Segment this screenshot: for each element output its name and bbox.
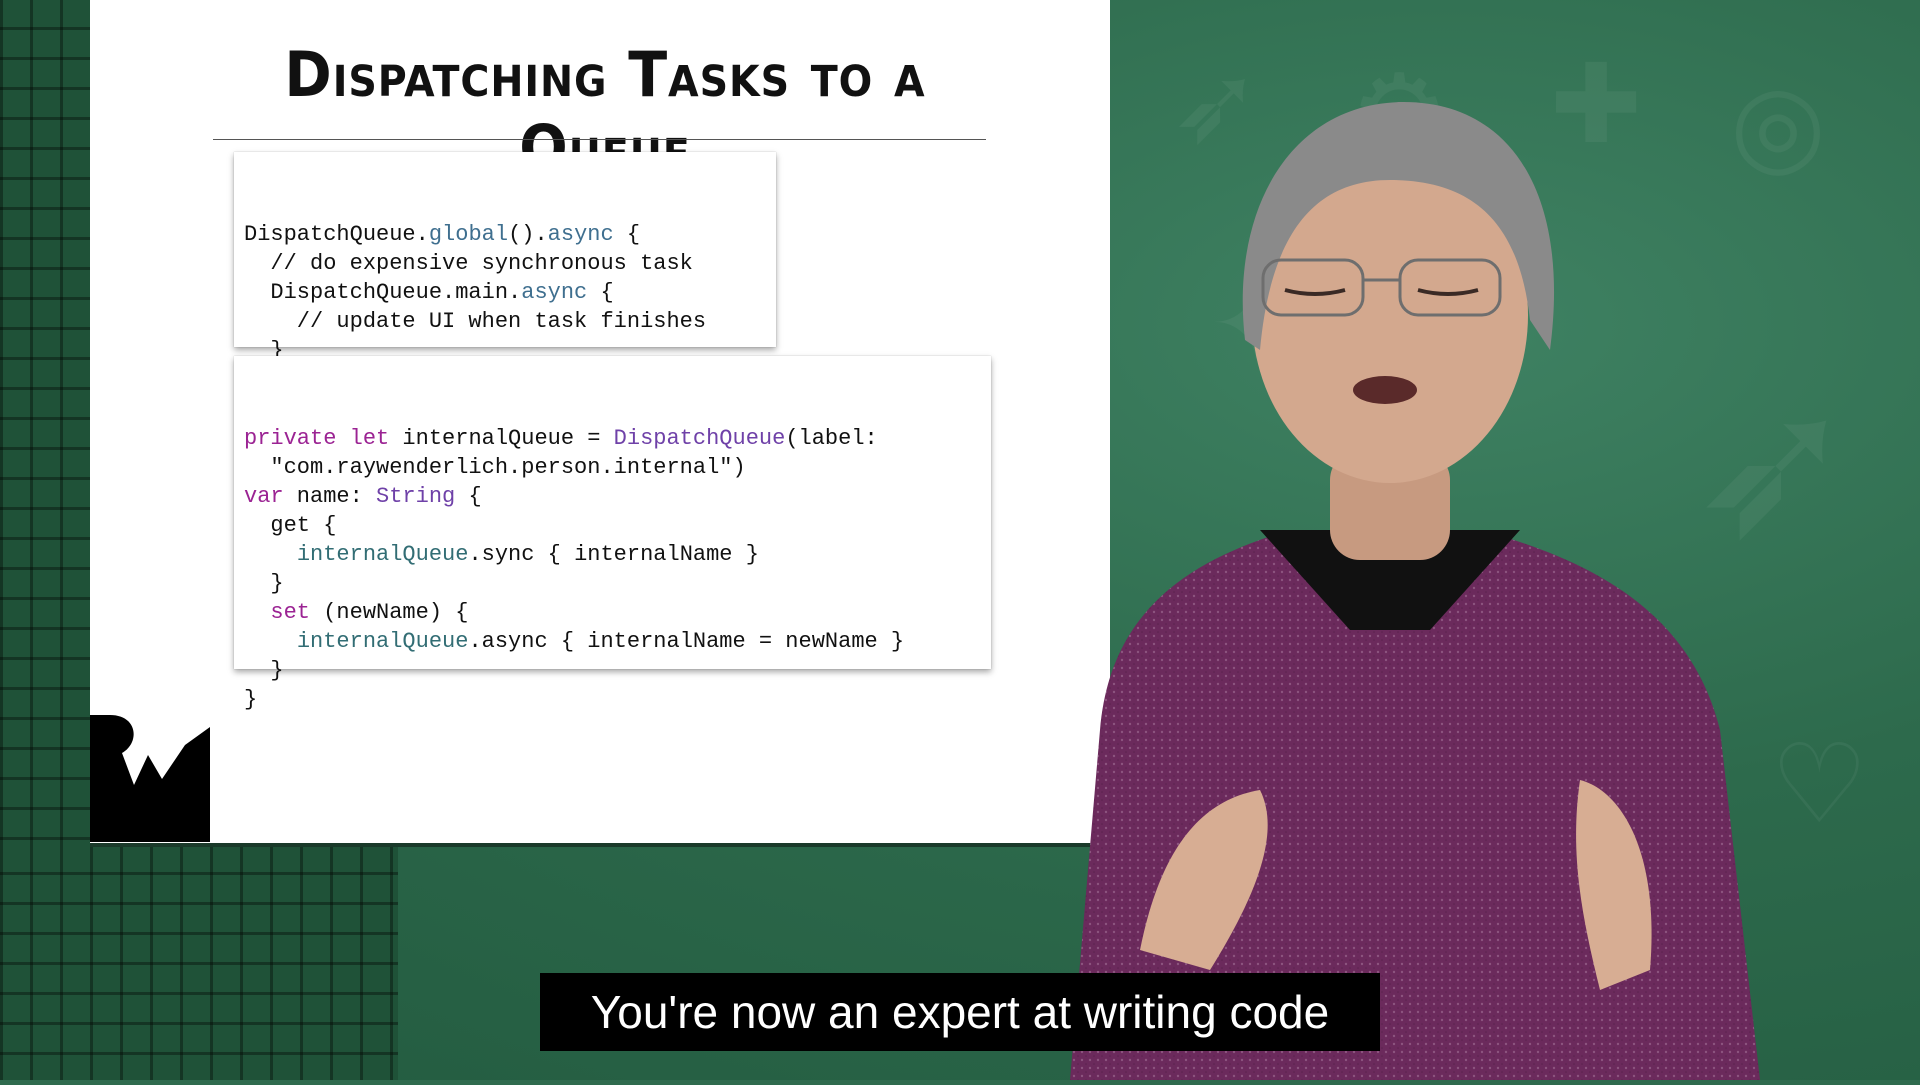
code-token: "com.raywenderlich.person.internal") — [244, 455, 746, 480]
code-token: .sync { internalName } — [468, 542, 759, 567]
code-line: // do expensive synchronous task — [244, 249, 766, 278]
code-token: name: — [283, 484, 377, 509]
rw-logo-icon — [90, 715, 210, 842]
code-lines: private let internalQueue = DispatchQueu… — [244, 424, 981, 714]
code-token: .async { internalName = newName } — [468, 629, 905, 654]
code-line: internalQueue.sync { internalName } — [244, 540, 981, 569]
code-token: DispatchQueue.main. — [244, 280, 522, 305]
code-token: async — [547, 222, 614, 247]
code-snippet-dispatch-async: DispatchQueue.global().async { // do exp… — [234, 152, 776, 392]
code-line: // update UI when task finishes — [244, 307, 766, 336]
presenter-video — [960, 90, 1860, 1080]
code-token: (newName) { — [310, 600, 469, 625]
code-token: set — [270, 600, 311, 625]
code-token: // do expensive synchronous task — [244, 251, 693, 276]
presentation-slide: Dispatching Tasks to a Queue DispatchQue… — [90, 0, 1110, 843]
code-line: } — [244, 685, 981, 714]
code-line: private let internalQueue = DispatchQueu… — [244, 424, 981, 453]
code-line: set (newName) { — [244, 598, 981, 627]
code-token: global — [428, 222, 509, 247]
code-token: { — [587, 280, 614, 305]
code-token: { — [455, 484, 482, 509]
code-token: } — [244, 687, 258, 712]
code-line: DispatchQueue.main.async { — [244, 278, 766, 307]
code-token: get { — [244, 513, 337, 538]
code-token: private — [244, 426, 337, 451]
code-token: } — [244, 571, 284, 596]
code-snippet-internal-queue: private let internalQueue = DispatchQueu… — [234, 356, 991, 712]
code-line: "com.raywenderlich.person.internal") — [244, 453, 981, 482]
code-token: var — [244, 484, 284, 509]
code-token: (label: — [785, 426, 878, 451]
code-token: DispatchQueue — [613, 426, 786, 451]
code-token: internalQueue — [296, 629, 469, 654]
video-caption: You're now an expert at writing code — [540, 973, 1380, 1051]
code-token: } — [244, 658, 284, 683]
code-token: String — [376, 484, 456, 509]
code-token: // update UI when task finishes — [244, 309, 707, 334]
code-line: DispatchQueue.global().async { — [244, 220, 766, 249]
code-token: async — [521, 280, 588, 305]
tile-pattern-bottom — [0, 845, 398, 1080]
code-token: { — [613, 222, 641, 247]
rw-logo — [90, 715, 210, 842]
code-line: var name: String { — [244, 482, 981, 511]
code-token: let — [349, 426, 390, 451]
title-underline — [213, 139, 986, 140]
code-token: internalQueue = — [389, 426, 614, 451]
code-line: } — [244, 569, 981, 598]
code-token: (). — [508, 222, 548, 247]
code-line: get { — [244, 511, 981, 540]
code-token: internalQueue — [296, 542, 469, 567]
code-line: } — [244, 656, 981, 685]
code-line: internalQueue.async { internalName = new… — [244, 627, 981, 656]
code-token: DispatchQueue. — [244, 222, 429, 247]
